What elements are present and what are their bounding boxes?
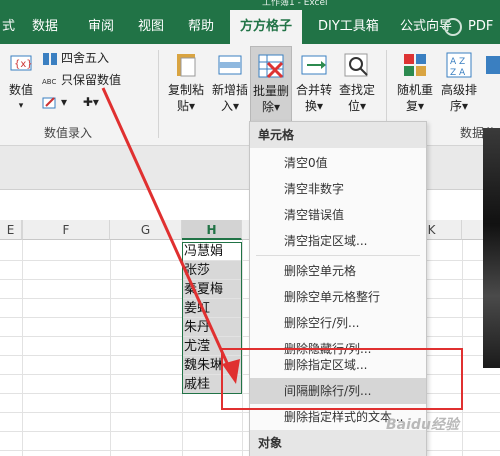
annotation-box — [221, 348, 463, 410]
edit-icon — [42, 95, 58, 111]
tool-icon — [484, 50, 500, 80]
group-label-number-entry: 数值录入 — [44, 126, 93, 140]
chevron-down-icon: ▾ — [359, 99, 367, 113]
chevron-down-icon: ▾ — [417, 99, 425, 113]
svg-text:A Z: A Z — [450, 57, 465, 67]
menu-item-clear-errors[interactable]: 清空错误值 — [250, 202, 426, 228]
keep-values-button[interactable]: ABC 只保留数值 — [42, 70, 121, 90]
chevron-down-icon: ▾ — [18, 101, 24, 111]
menu-item-clear-zero[interactable]: 清空0值 — [250, 150, 426, 176]
column-header-h[interactable]: H — [182, 220, 242, 240]
chevron-down-icon: ▾ — [61, 95, 68, 109]
tab-view[interactable]: 视图 — [138, 10, 164, 44]
window-title: 工作簿1 - Excel — [262, 0, 328, 8]
svg-text:Z A: Z A — [450, 68, 466, 78]
gridline — [110, 240, 111, 456]
tab-review[interactable]: 审阅 — [88, 10, 114, 44]
random-icon — [400, 50, 430, 80]
chevron-down-icon: ▾ — [316, 99, 324, 113]
menu-item-clear-range[interactable]: 清空指定区域... — [250, 228, 426, 254]
title-bar: 工作簿1 - Excel — [0, 0, 500, 10]
merge-convert-button[interactable]: 合并转 换▾ — [294, 50, 334, 114]
edit-tools-row[interactable]: ▾ ✚▾ — [42, 92, 99, 112]
value-icon: {x} — [6, 50, 36, 80]
svg-text:{x}: {x} — [14, 59, 33, 70]
column-header-e[interactable]: E — [0, 220, 22, 240]
advanced-sort-button[interactable]: A ZZ A 高级排 序▾ — [438, 50, 480, 114]
delete-grid-icon — [256, 51, 286, 81]
search-icon — [342, 50, 372, 80]
plus-icon[interactable]: ✚ — [83, 95, 93, 109]
copy-paste-button[interactable]: 复制粘 贴▾ — [164, 50, 208, 114]
menu-item-clear-non-numeric[interactable]: 清空非数字 — [250, 176, 426, 202]
abc-icon: ABC — [42, 73, 58, 89]
chevron-down-icon: ▾ — [232, 99, 240, 113]
chevron-down-icon: ▾ — [461, 99, 469, 113]
chevron-down-icon: ▾ — [273, 100, 281, 114]
more-tools-button[interactable] — [484, 50, 500, 82]
tab-diy-toolbox[interactable]: DIY工具箱 — [318, 10, 379, 44]
random-repeat-button[interactable]: 随机重 复▾ — [394, 50, 436, 114]
tab-formulas[interactable]: 式 — [2, 10, 15, 44]
round-icon — [42, 51, 58, 67]
chevron-down-icon: ▾ — [188, 99, 196, 113]
svg-text:ABC: ABC — [42, 78, 56, 86]
menu-item-delete-empty-rows-cols[interactable]: 删除空行/列... — [250, 310, 426, 336]
ribbon-tab-bar: 式 数据 审阅 视图 帮助 方方格子 DIY工具箱 公式向导 PDF — [0, 10, 500, 44]
insert-button[interactable]: 新增插 入▾ — [208, 50, 252, 114]
find-locate-button[interactable]: 查找定 位▾ — [336, 50, 378, 114]
group-divider — [158, 50, 159, 138]
overlay-photo — [483, 128, 500, 368]
menu-divider — [256, 255, 420, 256]
clipboard-icon — [171, 50, 201, 80]
tab-data[interactable]: 数据 — [32, 10, 58, 44]
tab-fangfang[interactable]: 方方格子 — [230, 10, 303, 44]
gear-icon[interactable] — [444, 18, 462, 36]
insert-icon — [215, 50, 245, 80]
merge-icon — [299, 50, 329, 80]
column-header-g[interactable]: G — [110, 220, 182, 240]
menu-item-delete-empty-cells[interactable]: 删除空单元格 — [250, 258, 426, 284]
gridline — [22, 240, 23, 456]
round-button[interactable]: 四舍五入 — [42, 48, 109, 68]
tab-help[interactable]: 帮助 — [188, 10, 214, 44]
menu-item-delete-empty-cell-rows[interactable]: 删除空单元格整行 — [250, 284, 426, 310]
batch-delete-button[interactable]: 批量删 除▾ — [250, 46, 292, 124]
column-header-f[interactable]: F — [22, 220, 110, 240]
watermark: Baidu经验 — [386, 417, 459, 433]
chevron-down-icon: ▾ — [92, 95, 99, 109]
tab-pdf[interactable]: PDF — [468, 10, 493, 44]
value-button[interactable]: {x} 数值 ▾ — [4, 50, 38, 114]
menu-section-cell: 单元格 — [250, 122, 426, 148]
sort-az-icon: A ZZ A — [444, 50, 474, 80]
